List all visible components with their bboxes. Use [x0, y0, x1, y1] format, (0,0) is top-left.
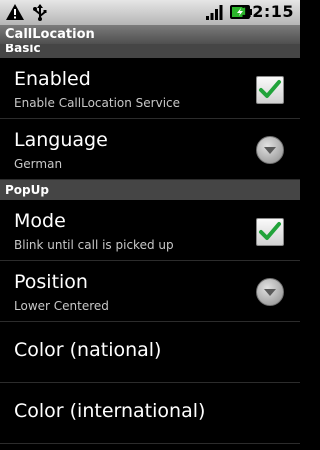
section-header-basic: Basic — [0, 44, 300, 58]
chevron-down-icon — [264, 147, 276, 154]
pref-language-title: Language — [14, 129, 108, 151]
pref-language[interactable]: Language German — [0, 119, 300, 180]
pref-color-international-title: Color (international) — [14, 400, 206, 422]
signal-strength-icon — [206, 5, 223, 20]
pref-position[interactable]: Position Lower Centered — [0, 261, 300, 322]
checkmark-icon — [259, 222, 281, 240]
pref-color-national[interactable]: Color (national) — [0, 322, 300, 383]
pref-color-international[interactable]: Color (international) — [0, 383, 300, 444]
usb-icon — [33, 4, 47, 21]
pref-enabled[interactable]: Enabled Enable CallLocation Service — [0, 58, 300, 119]
pref-position-title: Position — [14, 271, 88, 293]
pref-mode-summary: Blink until call is picked up — [14, 238, 174, 252]
pref-color-national-title: Color (national) — [14, 339, 162, 361]
pref-enabled-title: Enabled — [14, 68, 91, 90]
pref-enabled-summary: Enable CallLocation Service — [14, 96, 181, 110]
clock: 12:15 — [240, 2, 294, 21]
checkmark-icon — [259, 80, 281, 98]
enabled-checkbox[interactable] — [256, 76, 284, 104]
position-dropdown-indicator[interactable] — [256, 278, 284, 306]
mode-checkbox[interactable] — [256, 218, 284, 246]
pref-language-summary: German — [14, 157, 63, 171]
pref-position-summary: Lower Centered — [14, 299, 109, 313]
section-header-popup: PopUp — [0, 180, 300, 200]
warning-icon — [6, 4, 24, 20]
app-title-bar: CallLocation — [0, 25, 300, 44]
preference-list[interactable]: Basic Enabled Enable CallLocation Servic… — [0, 44, 300, 450]
chevron-down-icon — [264, 289, 276, 296]
app-title: CallLocation — [5, 27, 95, 42]
language-dropdown-indicator[interactable] — [256, 136, 284, 164]
pref-mode[interactable]: Mode Blink until call is picked up — [0, 200, 300, 261]
status-bar: 12:15 — [0, 0, 300, 26]
pref-mode-title: Mode — [14, 210, 66, 232]
